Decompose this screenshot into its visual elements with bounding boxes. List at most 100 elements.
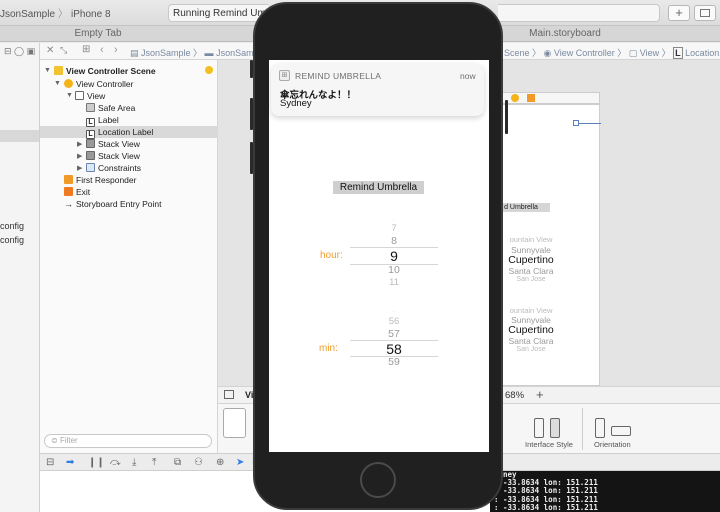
canvas-button-label: d Umbrella: [504, 204, 538, 211]
scheme-name[interactable]: JsonSample: [0, 9, 55, 20]
pause-icon[interactable]: ❙❙: [88, 457, 105, 468]
disclosure-triangle-icon[interactable]: ▼: [54, 80, 61, 87]
notification-time: now: [460, 71, 476, 81]
outline-label: Safe Area: [98, 103, 136, 113]
outline-item-location-label[interactable]: L Location Label: [86, 126, 153, 139]
view-debugger-icon[interactable]: ⧉: [174, 457, 181, 468]
min-picker-selected[interactable]: 58: [350, 341, 438, 357]
hour-picker-row[interactable]: 8: [350, 235, 438, 247]
min-picker-row[interactable]: 59: [350, 356, 438, 368]
document-outline: [40, 60, 218, 453]
outline-item-safe-area[interactable]: Safe Area: [86, 102, 135, 114]
outline-item-stack-view[interactable]: Stack View: [86, 138, 140, 150]
step-in-icon[interactable]: ⤓: [132, 457, 136, 468]
disclosure-triangle-icon[interactable]: ▶: [77, 140, 82, 148]
outline-filter-field[interactable]: ⊜ Filter: [44, 434, 212, 448]
disclosure-triangle-icon[interactable]: ▶: [77, 164, 82, 172]
navigator-selected-row[interactable]: [0, 130, 39, 142]
dark-phone-icon[interactable]: [550, 418, 560, 438]
step-out-icon[interactable]: ⤒: [152, 457, 156, 468]
chevron-right-icon: 〉: [58, 9, 69, 20]
canvas-picker-row: ountain View: [509, 306, 553, 315]
disclosure-triangle-icon[interactable]: ▶: [77, 152, 82, 160]
scene-dock[interactable]: [492, 92, 600, 104]
notification-body: Sydney: [280, 98, 312, 109]
app-icon: ⊞: [279, 70, 290, 81]
outline-label: View Controller: [76, 79, 134, 89]
volume-up-button[interactable]: [250, 98, 253, 130]
related-items-icon[interactable]: ⤡: [60, 45, 67, 56]
selection-line: [579, 123, 601, 124]
device-name[interactable]: iPhone 8: [71, 9, 110, 20]
outline-item-label[interactable]: L Label: [86, 114, 119, 127]
min-picker-row[interactable]: 57: [350, 328, 438, 340]
min-label: min:: [319, 343, 338, 354]
zoom-in-button[interactable]: +: [536, 387, 544, 402]
disclosure-triangle-icon[interactable]: ▼: [66, 92, 73, 99]
hour-picker-row[interactable]: 11: [350, 277, 438, 288]
view-controller-icon: [511, 94, 519, 102]
crumb-label: View Controller: [553, 48, 615, 58]
step-over-icon[interactable]: ⤼: [110, 457, 121, 468]
navigator-item-config[interactable]: config: [0, 221, 24, 231]
outline-item-first-responder[interactable]: First Responder: [64, 174, 136, 186]
canvas-picker-row: Santa Clara: [508, 266, 554, 276]
grid-icon[interactable]: ⊞: [82, 44, 90, 55]
stack-view-icon: [86, 139, 95, 148]
canvas-picker-row: ountain View: [509, 235, 553, 244]
min-picker-row[interactable]: 56: [350, 316, 438, 327]
outline-item-scene[interactable]: View Controller Scene: [54, 65, 156, 77]
mute-switch[interactable]: [250, 60, 253, 78]
outline-label: Stack View: [98, 151, 140, 161]
device-thumbnail[interactable]: [223, 408, 246, 438]
disclosure-triangle-icon[interactable]: ▼: [44, 67, 51, 74]
hour-picker-row[interactable]: 7: [350, 223, 438, 234]
first-responder-icon: [64, 175, 73, 184]
zoom-level[interactable]: 68%: [505, 390, 524, 401]
location-icon[interactable]: ➤: [236, 457, 244, 468]
outline-item-view-controller[interactable]: View Controller: [64, 78, 133, 90]
back-icon[interactable]: ‹: [100, 44, 104, 56]
entry-arrow-icon: →: [64, 199, 73, 209]
close-icon[interactable]: ✕: [46, 45, 54, 56]
add-button[interactable]: +: [668, 5, 690, 21]
view-icon: [75, 91, 84, 100]
outline-item-exit[interactable]: Exit: [64, 186, 90, 198]
light-phone-icon[interactable]: [534, 418, 544, 438]
volume-down-button[interactable]: [250, 142, 253, 174]
forward-icon[interactable]: ›: [114, 44, 118, 56]
outline-item-stack-view[interactable]: Stack View: [86, 150, 140, 162]
canvas-picker-row: San Jose: [516, 346, 546, 353]
environment-icon[interactable]: ⊕: [216, 457, 224, 468]
scene-dot-icon: [205, 66, 213, 74]
remind-umbrella-button[interactable]: Remind Umbrella: [333, 181, 424, 194]
crumb-label: JsonSample: [141, 48, 191, 58]
scheme-selector[interactable]: JsonSample 〉 iPhone 8: [0, 5, 111, 21]
hour-picker-selected[interactable]: 9: [350, 248, 438, 264]
canvas-picker-row: Santa Clara: [508, 336, 554, 346]
navigator-tabs-icon[interactable]: ⊟ ◯ ▣: [4, 46, 35, 57]
outline-label: Storyboard Entry Point: [76, 199, 162, 209]
power-button[interactable]: [505, 100, 508, 134]
portrait-icon[interactable]: [595, 418, 605, 438]
hide-debug-icon[interactable]: ⊟: [46, 457, 54, 468]
hour-label: hour:: [320, 250, 343, 261]
outline-toggle-icon[interactable]: [224, 390, 234, 399]
min-picker-row: ··: [392, 309, 396, 315]
console-output[interactable]: ydney : -33.8634 lon: 151.211 : -33.8634…: [490, 471, 720, 512]
breakpoints-icon[interactable]: ➡: [66, 457, 74, 468]
hour-picker-row[interactable]: 10: [350, 264, 438, 276]
canvas-picker-row: San Jose: [516, 276, 546, 283]
outline-item-constraints[interactable]: Constraints: [86, 162, 141, 174]
navigator-item-config[interactable]: config: [0, 235, 24, 245]
home-button[interactable]: [360, 462, 396, 498]
tab-empty[interactable]: Empty Tab: [0, 26, 196, 42]
jump-crumb-scene[interactable]: Scene 〉 ◉ View Controller 〉 ▢ View 〉 L L…: [504, 46, 720, 59]
outline-item-view[interactable]: View: [75, 90, 105, 102]
landscape-icon[interactable]: [611, 426, 631, 436]
memory-graph-icon[interactable]: ⚇: [194, 457, 203, 468]
interface-style-label: Interface Style: [525, 440, 573, 449]
outline-item-entry-point[interactable]: → Storyboard Entry Point: [64, 198, 162, 210]
tab-main-storyboard[interactable]: Main.storyboard: [502, 26, 628, 42]
editor-layout-button[interactable]: [694, 5, 716, 21]
